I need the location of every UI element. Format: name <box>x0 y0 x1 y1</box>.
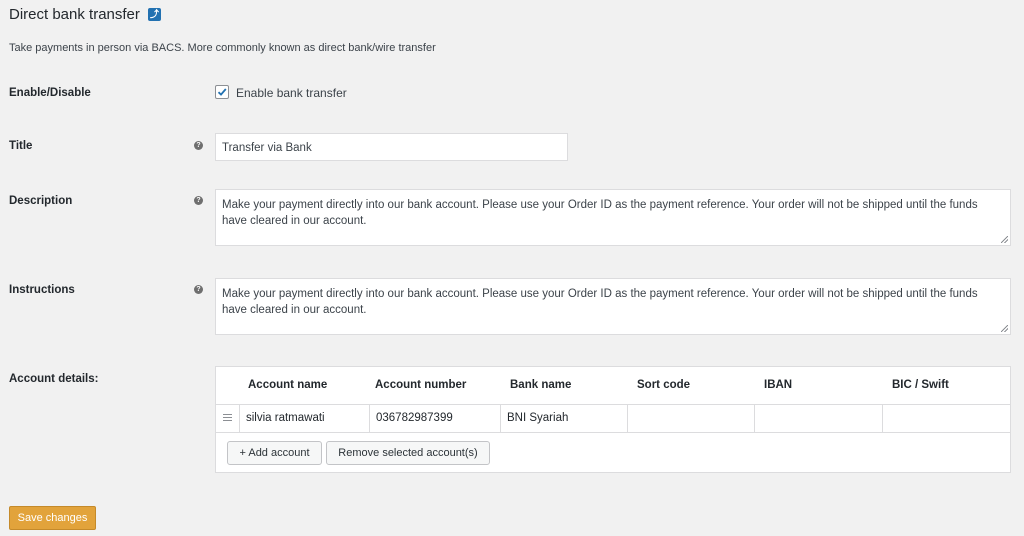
back-arrow-icon[interactable]: ⤴ <box>147 8 161 21</box>
page-title-row: Direct bank transfer ⤴ <box>9 6 161 23</box>
bic-cell[interactable] <box>883 404 1010 432</box>
add-account-button[interactable]: + Add account <box>227 441 322 465</box>
column-header: BIC / Swift <box>892 379 949 391</box>
help-icon[interactable]: ? <box>194 141 203 150</box>
column-header: Account name <box>248 379 328 391</box>
bank-name-cell[interactable]: BNI Syariah <box>501 404 628 432</box>
page-subtitle: Take payments in person via BACS. More c… <box>9 42 436 54</box>
enable-checkbox[interactable] <box>215 85 229 99</box>
enable-checkbox-label[interactable]: Enable bank transfer <box>236 86 347 100</box>
account-details-label: Account details: <box>9 373 99 385</box>
resize-handle-icon[interactable] <box>1001 325 1008 332</box>
account-name-cell[interactable]: silvia ratmawati <box>239 404 370 432</box>
checkmark-icon <box>217 88 227 96</box>
instructions-textarea[interactable]: Make your payment directly into our bank… <box>215 278 1011 335</box>
description-text: Make your payment directly into our bank… <box>222 199 978 227</box>
page-title: Direct bank transfer <box>9 6 140 23</box>
sort-code-cell[interactable] <box>628 404 755 432</box>
title-label: Title <box>9 140 33 152</box>
accounts-table: Account name Account number Bank name So… <box>215 366 1011 473</box>
iban-cell[interactable] <box>755 404 883 432</box>
save-button[interactable]: Save changes <box>9 506 96 530</box>
enable-label: Enable/Disable <box>9 87 91 99</box>
account-number-cell[interactable]: 036782987399 <box>370 404 501 432</box>
column-header: Bank name <box>510 379 572 391</box>
description-textarea[interactable]: Make your payment directly into our bank… <box>215 189 1011 246</box>
instructions-text: Make your payment directly into our bank… <box>222 288 978 316</box>
accounts-table-header: Account name Account number Bank name So… <box>216 367 1010 405</box>
title-input[interactable]: Transfer via Bank <box>215 133 568 161</box>
remove-accounts-button[interactable]: Remove selected account(s) <box>326 441 490 465</box>
description-label: Description <box>9 195 73 207</box>
instructions-label: Instructions <box>9 284 75 296</box>
help-icon[interactable]: ? <box>194 196 203 205</box>
column-header: Account number <box>375 379 467 391</box>
table-row: silvia ratmawati 036782987399 BNI Syaria… <box>216 404 1010 433</box>
drag-handle-icon[interactable] <box>223 414 232 423</box>
resize-handle-icon[interactable] <box>1001 236 1008 243</box>
column-header: IBAN <box>764 379 793 391</box>
help-icon[interactable]: ? <box>194 285 203 294</box>
column-header: Sort code <box>637 379 691 391</box>
